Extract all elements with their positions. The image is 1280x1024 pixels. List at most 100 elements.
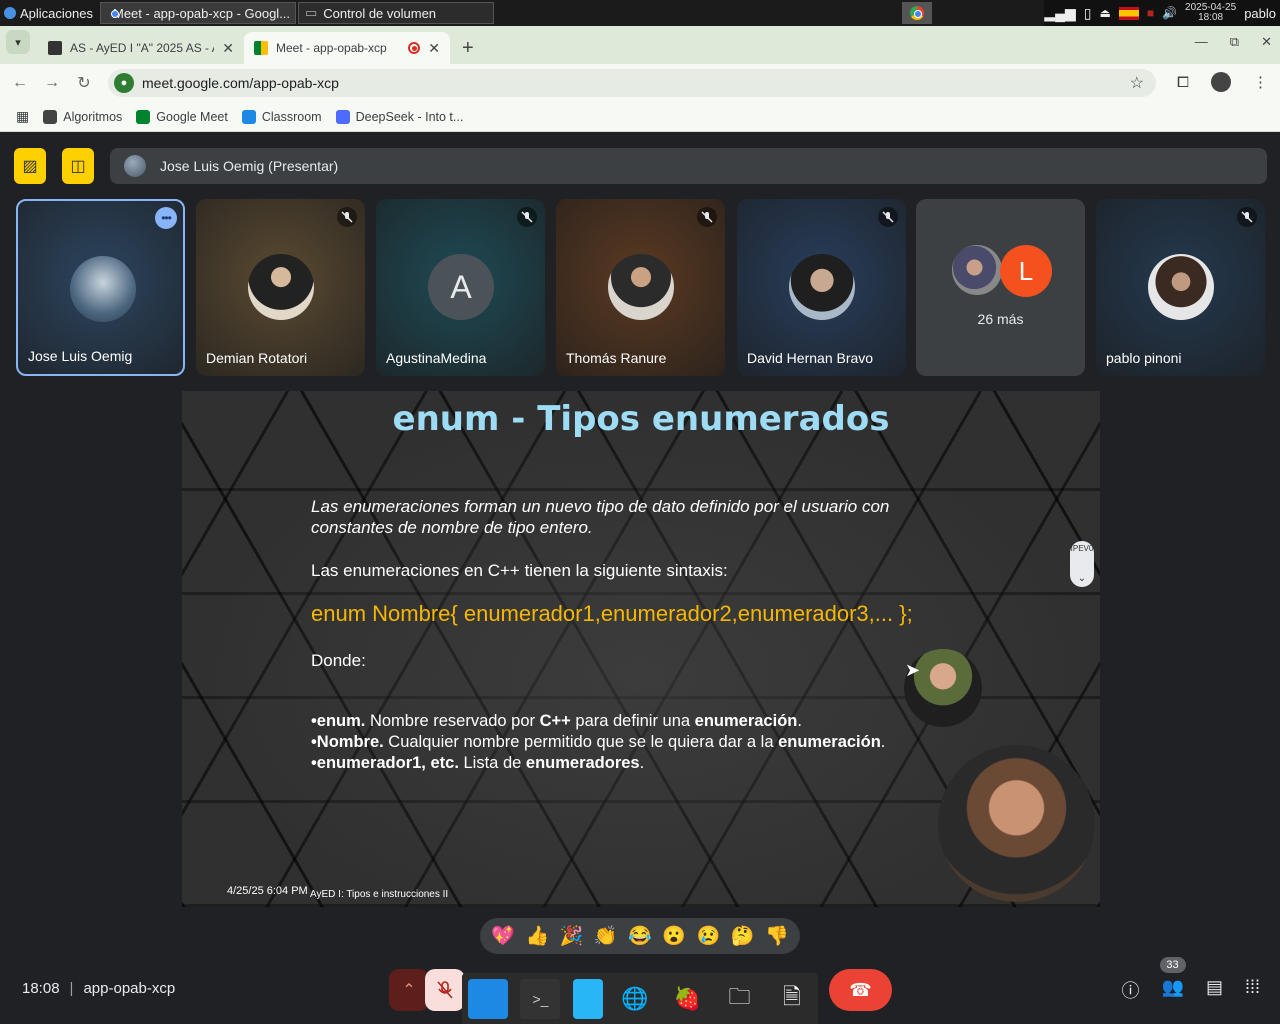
bookmark-classroom[interactable]: Classroom (241, 109, 322, 124)
keyboard-layout-flag-icon[interactable] (1118, 6, 1139, 20)
people-count-badge: 33 (1159, 957, 1186, 973)
applications-menu[interactable]: Aplicaciones (0, 0, 98, 26)
side-widget-label: IPEV0 (1070, 544, 1094, 553)
bookmark-deepseek[interactable]: DeepSeek - Into t... (335, 109, 463, 124)
reaction-party-icon[interactable]: 🎉 (560, 924, 584, 948)
raspberry-menu-icon[interactable]: 🍓 (667, 979, 707, 1019)
signal-icon[interactable]: ▂▄▆ (1044, 5, 1075, 22)
people-icon: 👥 (1161, 977, 1184, 997)
more-options-icon[interactable]: ••• (155, 207, 177, 229)
clock-time: 18:08 (1198, 12, 1224, 23)
file-cabinet-icon[interactable] (572, 978, 603, 1019)
reload-icon[interactable]: ↻ (68, 73, 100, 93)
recording-icon (408, 42, 421, 54)
participant-tile[interactable]: Thomás Ranure (556, 199, 725, 376)
slash-screen-icon: ▨ (22, 158, 38, 175)
apps-grid-icon[interactable]: ▦ (16, 108, 29, 125)
folder-icon[interactable]: 🗀 (720, 979, 760, 1019)
reaction-heart-icon[interactable]: 💖 (491, 924, 515, 948)
extensions-icon[interactable]: ⧠ (1177, 74, 1189, 91)
participant-name: Jose Luis Oemig (28, 348, 133, 364)
minimize-icon[interactable]: — (1195, 34, 1208, 50)
participant-tile[interactable]: pablo pinoni (1096, 199, 1265, 376)
participant-tile[interactable]: Demian Rotatori (196, 199, 365, 376)
muted-mic-icon (878, 207, 898, 227)
activities-grid-icon[interactable]: ⁞⁞⁞ (1245, 977, 1260, 1003)
presenter-label: Jose Luis Oemig (Presentar) (160, 158, 339, 174)
close-tab-icon[interactable]: ✕ (222, 40, 234, 57)
web-browser-icon[interactable]: 🌐 (615, 979, 655, 1019)
hide-self-view-button[interactable]: ▨ (14, 148, 46, 184)
reaction-thumbs-down-icon[interactable]: 👎 (765, 924, 789, 948)
reaction-clap-icon[interactable]: 👏 (594, 924, 618, 948)
toolbar-right: ⧠ ⋮ (1177, 72, 1268, 92)
tab-meet[interactable]: Meet - app-opab-xcp ✕ (244, 32, 450, 64)
chrome-icon (910, 6, 924, 20)
forward-arrow-icon[interactable]: → (36, 74, 68, 92)
chrome-launcher[interactable] (902, 2, 932, 24)
desktop-icon[interactable] (468, 978, 509, 1019)
presentation-screen: enum - Tipos enumerados Las enumeracione… (182, 391, 1100, 907)
mic-off-icon (437, 981, 453, 999)
slide-intro: Las enumeraciones forman un nuevo tipo d… (311, 497, 890, 537)
participant-tile[interactable]: ••• Jose Luis Oemig (16, 199, 185, 376)
notification-icon[interactable]: ■ (1147, 6, 1154, 20)
avatar (70, 256, 136, 322)
microphone-toggle-button[interactable] (425, 969, 465, 1011)
eject-icon[interactable]: ⏏ (1099, 6, 1110, 20)
participant-name: Demian Rotatori (206, 350, 308, 366)
meeting-code: app-opab-xcp (83, 980, 176, 997)
battery-icon[interactable]: ▯ (1084, 5, 1092, 22)
taskbar-task-meet[interactable]: Meet - app-opab-xcp - Googl... (100, 2, 296, 24)
presenter-banner: Jose Luis Oemig (Presentar) (110, 148, 1267, 184)
slide-bullets: •enum. Nombre reservado por C++ para def… (311, 711, 885, 774)
slide-syntax-intro: Las enumeraciones en C++ tienen la sigui… (311, 561, 728, 580)
system-clock[interactable]: 2025-04-25 18:08 (1185, 3, 1236, 23)
reaction-surprised-icon[interactable]: 😮 (662, 924, 686, 948)
application-dock: >_ 🌐 🍓 🗀 🗎 (462, 973, 818, 1024)
restore-icon[interactable]: ⧉ (1230, 34, 1239, 50)
task-label: Control de volumen (323, 5, 437, 21)
back-arrow-icon[interactable]: ← (4, 74, 36, 92)
audio-options-button[interactable]: ⌃ (389, 969, 429, 1011)
profile-avatar[interactable] (1211, 72, 1231, 92)
slide-title: enum - Tipos enumerados (392, 399, 890, 439)
participant-tile[interactable]: David Hernan Bravo (737, 199, 906, 376)
address-bar[interactable]: ● meet.google.com/app-opab-xcp ☆ (108, 69, 1156, 97)
people-button[interactable]: 33 👥 (1159, 957, 1186, 1003)
close-tab-icon[interactable]: ✕ (428, 40, 440, 57)
chat-icon[interactable]: ▤ (1206, 977, 1223, 1003)
slide-side-widget[interactable]: IPEV0 ⌄ (1070, 541, 1094, 587)
speaker-icon[interactable]: 🔊 (1162, 6, 1177, 20)
avatar (248, 254, 314, 320)
reaction-laugh-icon[interactable]: 😂 (628, 924, 652, 948)
close-window-icon[interactable]: ✕ (1261, 34, 1272, 50)
tab-ayed[interactable]: AS - AyED I "A" 2025 AS - Al ✕ (38, 32, 244, 64)
end-call-button[interactable]: ☎ (829, 969, 892, 1011)
reaction-sad-icon[interactable]: 😢 (697, 924, 721, 948)
others-tile[interactable]: L 26 más (916, 199, 1085, 376)
participant-name: Thomás Ranure (566, 350, 667, 366)
menu-kebab-icon[interactable]: ⋮ (1253, 73, 1268, 91)
new-tab-button[interactable]: + (450, 32, 486, 64)
muted-mic-icon (1237, 207, 1257, 227)
bookmark-google-meet[interactable]: Google Meet (136, 109, 228, 124)
layout-button[interactable]: ◫ (62, 148, 94, 184)
avatar (1148, 254, 1214, 320)
user-name[interactable]: pablo (1244, 6, 1276, 21)
reaction-thumbs-up-icon[interactable]: 👍 (525, 924, 549, 948)
muted-mic-icon (517, 207, 537, 227)
reaction-thinking-icon[interactable]: 🤔 (731, 924, 755, 948)
document-icon[interactable]: 🗎 (772, 979, 812, 1019)
terminal-icon[interactable]: >_ (520, 978, 561, 1019)
chevron-down-icon: ⌄ (1077, 573, 1087, 584)
participant-tile[interactable]: A AgustinaMedina (376, 199, 545, 376)
info-icon[interactable]: ⓘ (1122, 977, 1140, 1003)
site-info-icon[interactable]: ● (114, 73, 134, 93)
taskbar-task-volume[interactable]: ▭ Control de volumen (298, 2, 494, 24)
reactions-bar: 💖 👍 🎉 👏 😂 😮 😢 🤔 👎 (480, 918, 800, 954)
tab-search-button[interactable]: ▾ (6, 30, 30, 54)
muted-mic-icon (697, 207, 717, 227)
bookmark-star-icon[interactable]: ☆ (1130, 73, 1144, 93)
bookmark-algoritmos[interactable]: Algoritmos (43, 109, 122, 124)
